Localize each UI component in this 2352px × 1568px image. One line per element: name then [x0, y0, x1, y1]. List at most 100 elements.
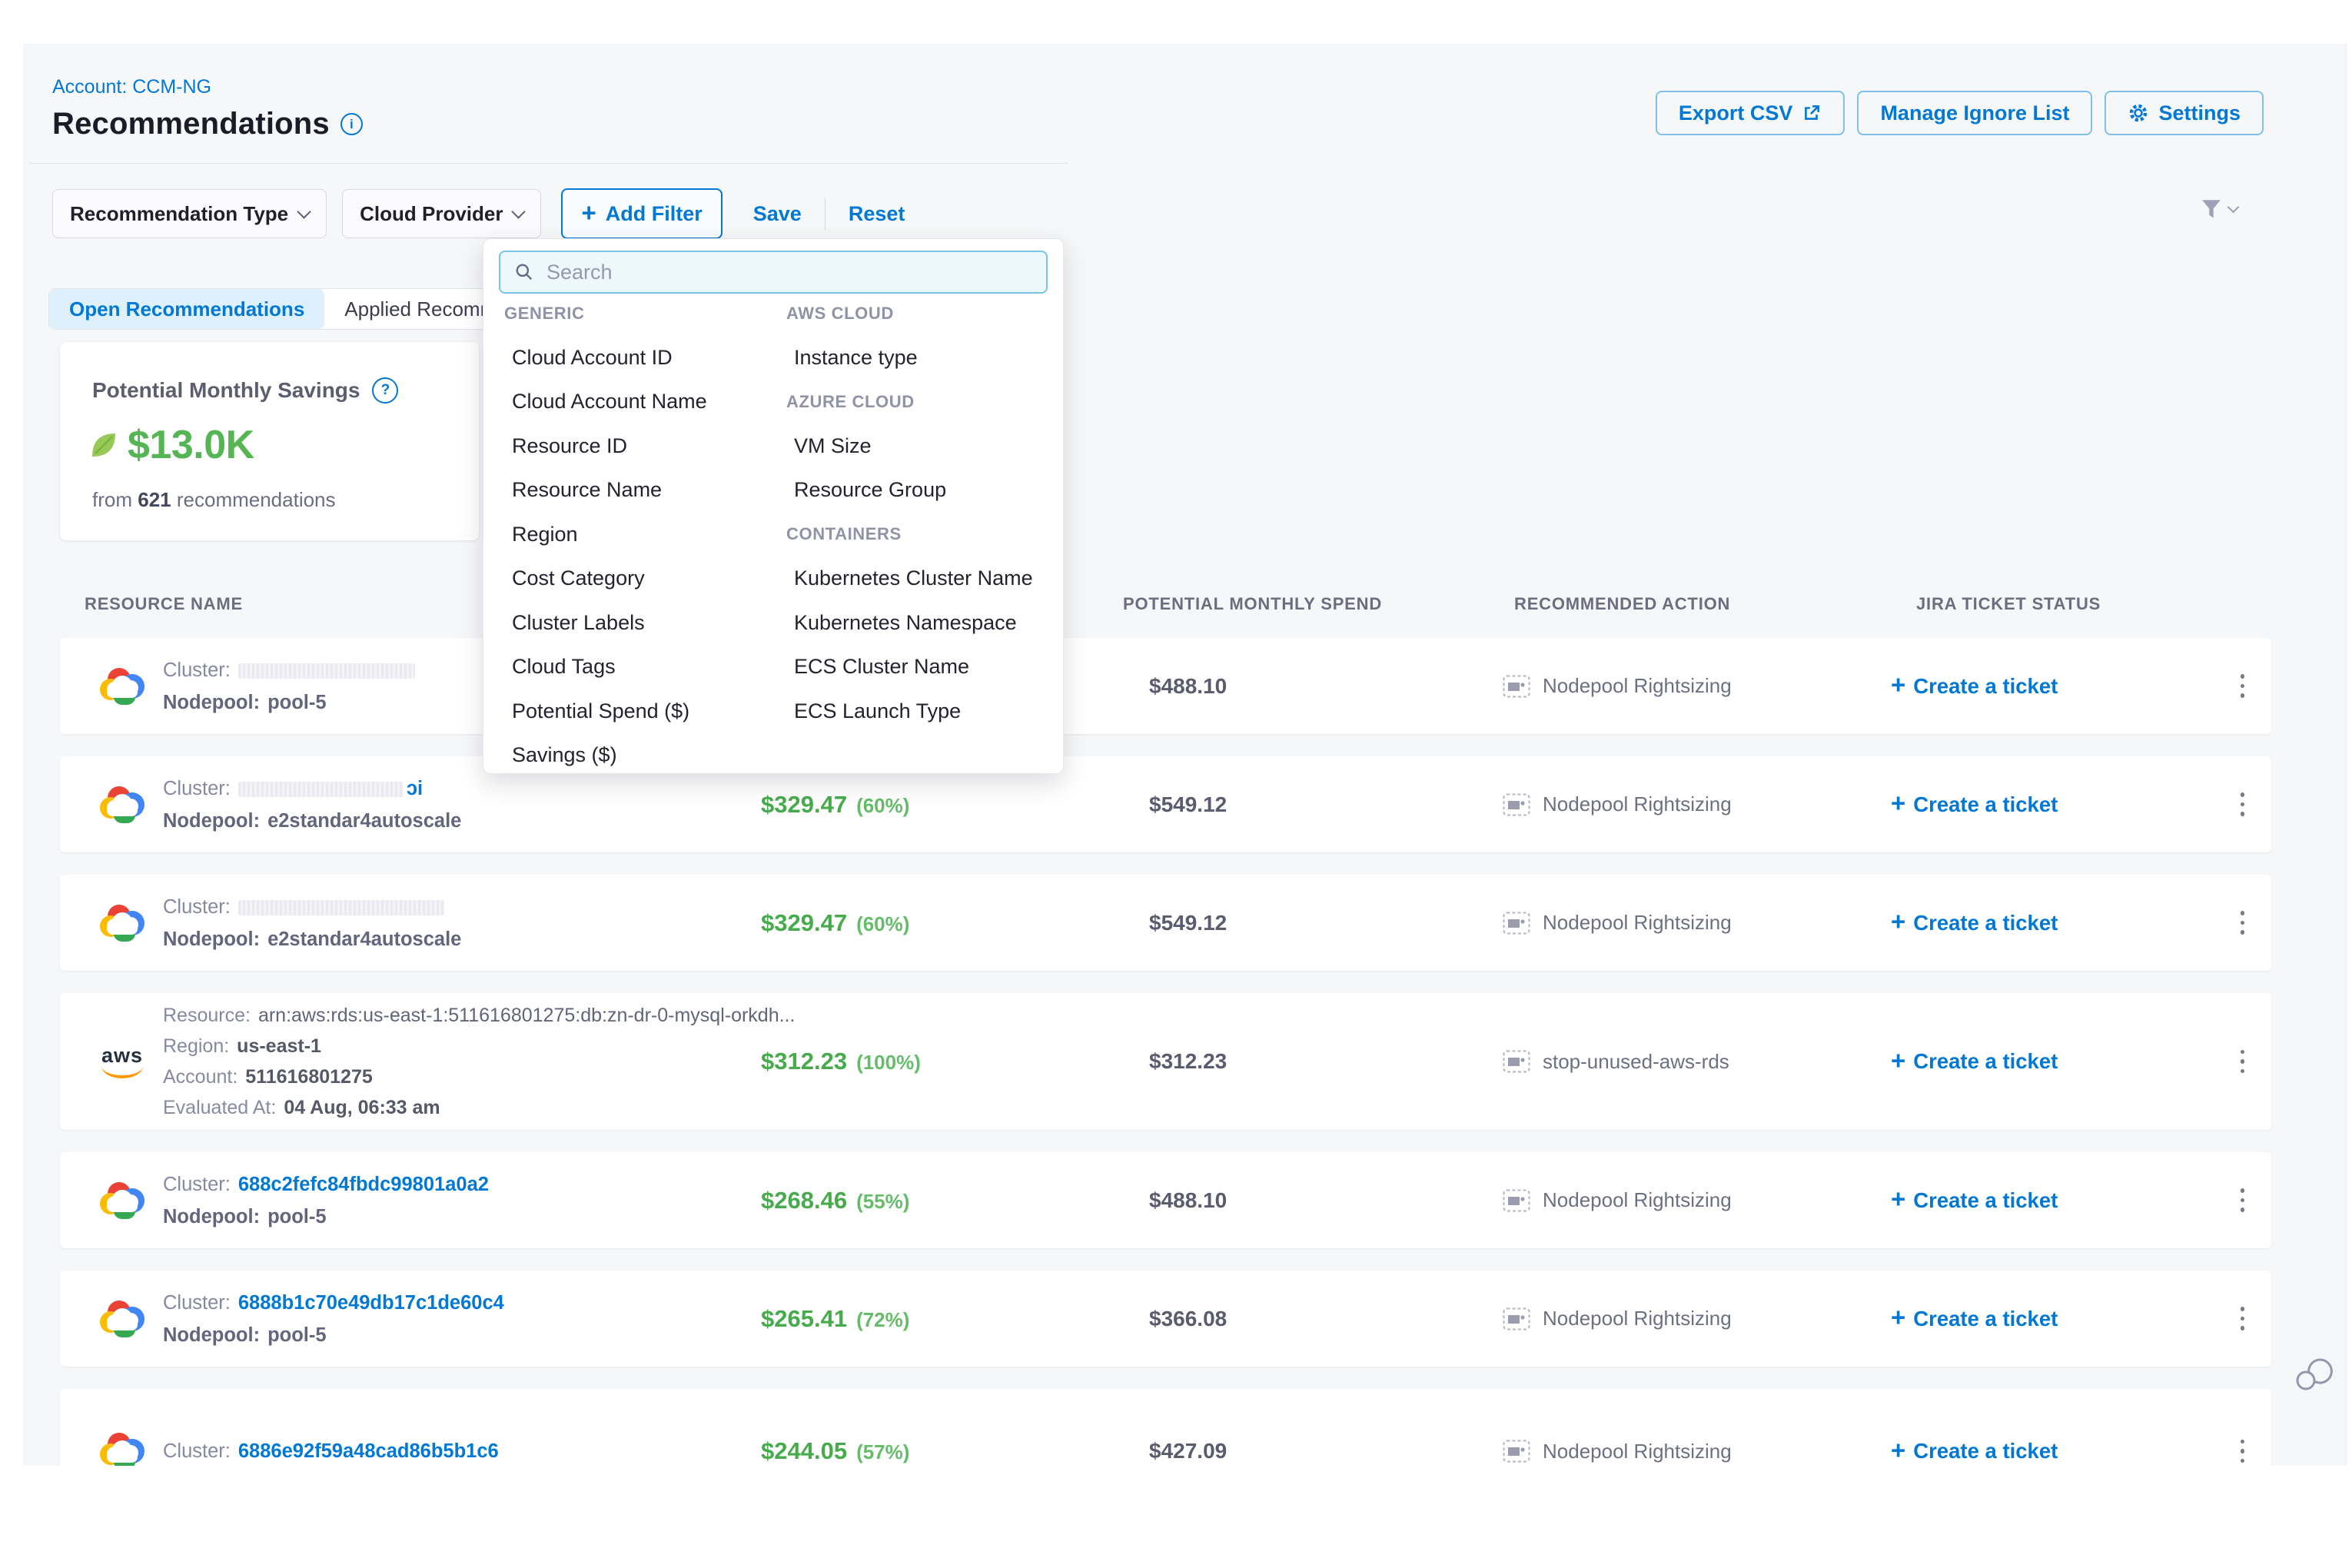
table-row: Cluster:Nodepool:e2standar4autoscale$329… [60, 875, 2271, 971]
row-menu-kebab-icon[interactable] [2214, 902, 2271, 944]
resource-line: Region:us-east-1 [163, 1031, 795, 1061]
create-ticket-button[interactable]: +Create a ticket [1887, 1307, 2214, 1331]
filter-menu-item[interactable]: Cloud Account ID [504, 346, 773, 370]
filter-menu-item[interactable]: ECS Launch Type [786, 699, 1055, 723]
cluster-link-partial[interactable]: ɔi [407, 778, 423, 799]
recommendation-type-label: Recommendation Type [70, 202, 288, 226]
monthly-spend-cell: $366.08 [1118, 1307, 1499, 1331]
create-ticket-button[interactable]: +Create a ticket [1887, 1439, 2214, 1463]
recommended-action-label: Nodepool Rightsizing [1543, 1188, 1732, 1212]
filter-menu-item[interactable]: Instance type [786, 346, 1055, 370]
resource-cell: Cluster:6888b1c70e49db17c1de60c4Nodepool… [60, 1287, 761, 1351]
column-header-recommended-action[interactable]: RECOMMENDED ACTION [1499, 594, 1887, 614]
filter-menu-item[interactable]: Kubernetes Namespace [786, 611, 1055, 635]
recommended-action-label: Nodepool Rightsizing [1543, 792, 1732, 816]
account-breadcrumb[interactable]: Account: CCM-NG [52, 76, 211, 98]
search-input[interactable] [545, 260, 1032, 285]
create-ticket-label: Create a ticket [1913, 674, 2058, 699]
row-menu-kebab-icon[interactable] [2214, 666, 2271, 707]
column-header-jira-ticket-status[interactable]: JIRA TICKET STATUS [1887, 594, 2214, 614]
savings-percent: (55%) [856, 1190, 909, 1214]
recommendation-action-icon [1503, 912, 1530, 935]
create-ticket-label: Create a ticket [1913, 911, 2058, 935]
reset-filter-button[interactable]: Reset [844, 201, 910, 227]
create-ticket-button[interactable]: +Create a ticket [1887, 792, 2214, 817]
resource-line: Nodepool:pool-5 [163, 686, 415, 719]
resource-line-label: Cluster: [163, 659, 231, 681]
filter-menu-item[interactable]: Cloud Tags [504, 655, 773, 679]
filter-menu-item[interactable]: Potential Spend ($) [504, 699, 773, 723]
row-menu-kebab-icon[interactable] [2214, 1041, 2271, 1082]
save-filter-button[interactable]: Save [749, 201, 806, 227]
cloud-provider-filter[interactable]: Cloud Provider [342, 189, 541, 238]
filter-menu-item[interactable]: Resource Name [504, 478, 773, 502]
resource-cell: Cluster:6886e92f59a48cad86b5b1c6 [60, 1433, 761, 1466]
create-ticket-button[interactable]: +Create a ticket [1887, 1049, 2214, 1074]
table-row: Cluster:ɔiNodepool:e2standar4autoscale$3… [60, 756, 2271, 852]
plus-icon: + [1891, 909, 1905, 934]
recommendation-type-filter[interactable]: Recommendation Type [52, 189, 327, 238]
info-icon[interactable]: i [341, 113, 363, 135]
filter-menu-item[interactable]: VM Size [786, 434, 1055, 458]
create-ticket-button[interactable]: +Create a ticket [1887, 1188, 2214, 1213]
gcp-cloud-icon [100, 1182, 145, 1219]
recommended-action-cell: Nodepool Rightsizing [1499, 1440, 1887, 1463]
savings-value: $312.23 [761, 1048, 847, 1075]
filter-search-box [499, 251, 1048, 294]
settings-button[interactable]: Settings [2105, 91, 2264, 135]
filter-menu-item[interactable]: Resource Group [786, 478, 1055, 502]
page-header: Recommendations i [52, 107, 363, 141]
export-csv-button[interactable]: Export CSV [1656, 91, 1845, 135]
add-filter-button[interactable]: + Add Filter [561, 188, 722, 239]
row-menu-kebab-icon[interactable] [2214, 1180, 2271, 1221]
resource-line-label: Nodepool: [163, 810, 260, 832]
resource-line: Nodepool:e2standar4autoscale [163, 805, 461, 837]
tab-open-recommendations[interactable]: Open Recommendations [49, 289, 324, 329]
redacted-value [238, 663, 415, 679]
filter-menu-item[interactable]: Cloud Account Name [504, 390, 773, 414]
resource-line-label: Nodepool: [163, 1324, 260, 1346]
column-header-potential-monthly-spend[interactable]: POTENTIAL MONTHLY SPEND [1118, 594, 1499, 614]
filter-menu-item[interactable]: Region [504, 523, 773, 546]
recommendation-action-icon [1503, 1307, 1530, 1330]
recommendation-action-icon [1503, 1050, 1530, 1073]
resource-line: Nodepool:e2standar4autoscale [163, 923, 461, 955]
filter-menu-item[interactable]: Kubernetes Cluster Name [786, 566, 1055, 590]
plus-icon: + [581, 200, 596, 225]
row-menu-kebab-icon[interactable] [2214, 784, 2271, 826]
gcp-cloud-icon [100, 786, 145, 823]
row-menu-kebab-icon[interactable] [2214, 1298, 2271, 1340]
create-ticket-button[interactable]: + Create a ticket [1887, 911, 2214, 935]
create-ticket-button[interactable]: +Create a ticket [1887, 674, 2214, 699]
recommendation-action-icon [1503, 675, 1530, 698]
cluster-link[interactable]: 688c2fefc84fbdc99801a0a2 [238, 1174, 489, 1195]
gear-icon [2128, 102, 2149, 124]
chat-support-icon[interactable] [2294, 1350, 2338, 1395]
chevron-down-icon [512, 204, 526, 218]
savings-percent: (72%) [856, 1308, 909, 1332]
row-menu-kebab-icon[interactable] [2214, 1430, 2271, 1466]
monthly-spend-cell: $312.23 [1118, 1049, 1499, 1074]
manage-ignore-list-button[interactable]: Manage Ignore List [1857, 91, 2092, 135]
resource-line-value: 04 Aug, 06:33 am [284, 1097, 440, 1118]
monthly-savings-cell: $312.23 (100%) [761, 1048, 1118, 1075]
resource-line-label: Nodepool: [163, 929, 260, 950]
filter-section-heading: CONTAINERS [786, 524, 902, 544]
filter-menu-item[interactable]: Cluster Labels [504, 611, 773, 635]
cluster-link[interactable]: 6886e92f59a48cad86b5b1c6 [238, 1440, 499, 1462]
filter-funnel-button[interactable] [2200, 198, 2237, 221]
filter-menu-item[interactable]: Cost Category [504, 566, 773, 590]
manage-ignore-list-label: Manage Ignore List [1880, 101, 2069, 125]
filter-menu-item[interactable]: Resource ID [504, 434, 773, 458]
gcp-cloud-icon [100, 1433, 145, 1466]
help-icon[interactable]: ? [372, 377, 398, 404]
filter-menu-item[interactable]: ECS Cluster Name [786, 655, 1055, 679]
table-row: Cluster:688c2fefc84fbdc99801a0a2Nodepool… [60, 1152, 2271, 1248]
filter-menu-item[interactable]: Savings ($) [504, 743, 773, 767]
filter-section-heading: AZURE CLOUD [786, 392, 915, 412]
filter-section-heading: AWS CLOUD [786, 304, 894, 324]
recommendation-action-icon [1503, 1440, 1530, 1463]
cluster-link[interactable]: 6888b1c70e49db17c1de60c4 [238, 1292, 504, 1314]
savings-percent: (100%) [856, 1051, 921, 1075]
table-row: Cluster:6886e92f59a48cad86b5b1c6$244.05(… [60, 1389, 2271, 1466]
